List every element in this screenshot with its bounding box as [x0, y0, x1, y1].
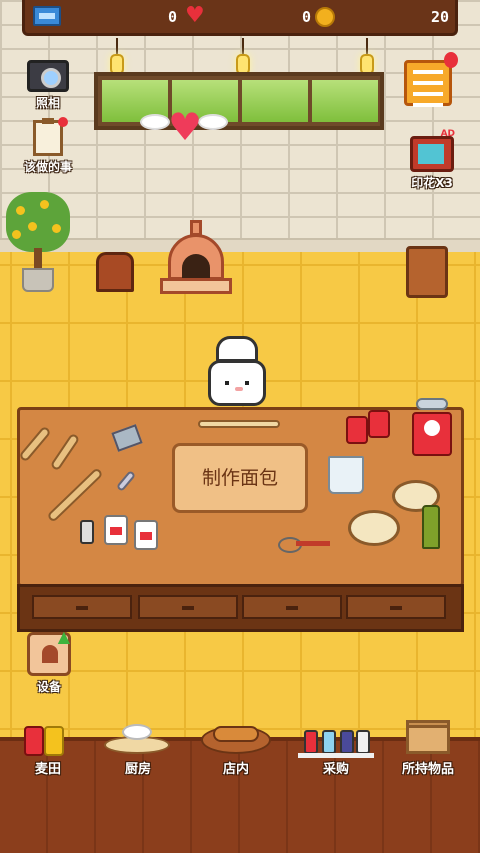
- heart-count: 0: [301, 8, 311, 26]
- nav-label: 厨房: [124, 762, 151, 777]
- ingredients-shelf-icon: [298, 714, 374, 758]
- nav-purchase[interactable]: 采购: [292, 714, 380, 784]
- photo-label: 照相: [35, 96, 60, 110]
- cardboard-box-icon: [402, 714, 454, 758]
- todo-label: 该做的事: [23, 160, 72, 174]
- potted-lemon-tree: [6, 192, 70, 298]
- sugar-jar-icon: [104, 515, 128, 545]
- oven-icon: ▲: [27, 627, 71, 676]
- make-bread-button[interactable]: 制作面包: [172, 443, 308, 513]
- brick-oven[interactable]: [160, 220, 232, 296]
- stamp-ad-button[interactable]: AD 印花X3: [396, 129, 468, 191]
- nav-inventory[interactable]: 所持物品: [384, 714, 472, 784]
- hanging-lamp-icon: [236, 38, 250, 76]
- ticket-icon: [33, 6, 61, 26]
- balloon-icon: [444, 52, 458, 68]
- menu-board-icon[interactable]: [404, 60, 452, 107]
- upgrade-arrow-icon: ▲: [57, 627, 70, 646]
- nav-label: 采购: [322, 762, 349, 777]
- nav-label: 所持物品: [401, 762, 454, 777]
- salt-shaker-icon: [80, 520, 94, 544]
- drawer: [32, 595, 132, 619]
- chef-hat-icon: [216, 336, 258, 362]
- ad-badge: AD: [440, 129, 455, 139]
- winged-heart-icon[interactable]: ♥: [140, 108, 230, 148]
- bread-rack[interactable]: [406, 246, 448, 298]
- dough-board-icon: [100, 714, 176, 758]
- clipboard-icon: [33, 117, 68, 156]
- drawer: [242, 595, 342, 619]
- ticket-count: 0: [167, 8, 177, 26]
- equipment-label: 设备: [36, 680, 61, 694]
- window-pane: [312, 80, 378, 122]
- hanging-lamp-icon: [360, 38, 374, 76]
- heart-counter: 0: [211, 5, 311, 29]
- chef-face: [208, 360, 266, 406]
- nav-wheat-field[interactable]: 麦田: [4, 714, 92, 784]
- hanging-lamp-icon: [110, 38, 124, 76]
- kitchen-scale-icon: [412, 398, 452, 456]
- coin-icon: [315, 7, 335, 27]
- measuring-cup-icon: [328, 456, 364, 494]
- photo-button[interactable]: 照相: [12, 60, 84, 111]
- whisk-icon: [278, 537, 332, 553]
- bread-cabinet[interactable]: [96, 252, 134, 292]
- bread-basket-icon: [199, 714, 273, 758]
- stamp-label: 印花X3: [411, 176, 453, 190]
- table-drawers: [17, 584, 464, 632]
- oil-bottle-icon: [422, 505, 440, 549]
- yeast-jar-icon: [134, 520, 158, 550]
- flour-bags-icon: [346, 406, 396, 446]
- equipment-button[interactable]: ▲ 设备: [22, 627, 76, 695]
- window-pane: [242, 80, 308, 122]
- coin-count: 20: [430, 8, 449, 26]
- todo-button[interactable]: 该做的事: [12, 117, 84, 175]
- currency-bar: 0 ♥ 0 20: [22, 0, 458, 36]
- drawer: [346, 595, 446, 619]
- shop-window: [94, 72, 384, 130]
- heart-icon: ♥: [185, 3, 205, 28]
- camera-icon: [27, 60, 69, 92]
- chef-character[interactable]: [206, 336, 268, 410]
- nav-label: 店内: [222, 762, 249, 777]
- flour-bowl-icon: [348, 510, 400, 546]
- nav-kitchen[interactable]: 厨房: [94, 714, 182, 784]
- tv-icon: AD: [410, 129, 455, 172]
- coin-counter: 20: [341, 5, 449, 29]
- wheat-bag-icon: [22, 714, 74, 758]
- ticket-counter: 0: [65, 5, 177, 29]
- nav-store[interactable]: 店内: [192, 714, 280, 784]
- rolling-pin-icon: [198, 420, 280, 428]
- drawer: [138, 595, 238, 619]
- nav-label: 麦田: [34, 762, 61, 777]
